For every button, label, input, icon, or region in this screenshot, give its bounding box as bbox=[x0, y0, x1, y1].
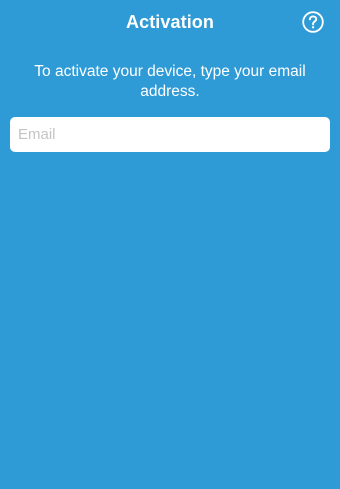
navigation-bar: Activation bbox=[0, 0, 340, 44]
question-circle-icon bbox=[302, 11, 324, 33]
email-field-container bbox=[10, 117, 330, 152]
page-title: Activation bbox=[125, 12, 214, 32]
help-button[interactable] bbox=[302, 11, 324, 33]
email-field[interactable] bbox=[10, 117, 330, 152]
activation-instruction: To activate your device, type your email… bbox=[34, 63, 306, 100]
activation-screen: Activation To activate your device, type… bbox=[0, 0, 340, 489]
